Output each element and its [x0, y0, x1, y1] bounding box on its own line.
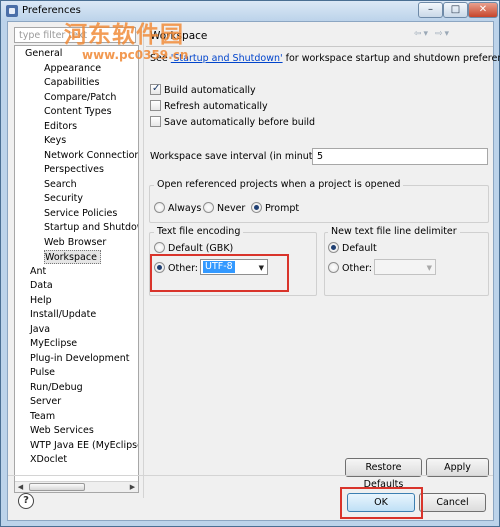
radio-icon[interactable]: [328, 262, 339, 273]
intro-text: See 'Startup and Shutdown' for workspace…: [150, 53, 500, 64]
text-encoding-title: Text file encoding: [154, 226, 244, 237]
radio-icon[interactable]: [154, 202, 165, 213]
tree-item[interactable]: Compare/Patch: [44, 91, 116, 105]
ok-highlight-annotation: [340, 487, 423, 519]
build-automatically-label: Build automatically: [164, 85, 256, 96]
open-always-radio[interactable]: Always: [154, 202, 201, 215]
open-prompt-label: Prompt: [265, 203, 300, 214]
help-icon[interactable]: ?: [18, 493, 34, 509]
tree-item[interactable]: General: [25, 47, 62, 61]
dialog-client-area: type filter text General Appearance Capabi…: [7, 21, 500, 521]
watermark-logo: 河东软件园: [64, 21, 184, 48]
tree-item[interactable]: Appearance: [44, 62, 101, 76]
refresh-automatically-checkbox[interactable]: Refresh automatically: [150, 100, 268, 113]
tree-item[interactable]: Search: [44, 178, 77, 192]
refresh-automatically-label: Refresh automatically: [164, 101, 268, 112]
save-before-build-label: Save automatically before build: [164, 117, 316, 128]
open-never-radio[interactable]: Never: [203, 202, 245, 215]
watermark-url: www.pc0359.cn: [82, 48, 189, 62]
tree-item[interactable]: Content Types: [44, 105, 112, 119]
maximize-button[interactable]: □: [443, 2, 468, 18]
tree-item[interactable]: Capabilities: [44, 76, 99, 90]
tree-item[interactable]: Plug-in Development: [30, 352, 129, 366]
tree-item[interactable]: Editors: [44, 120, 77, 134]
radio-icon[interactable]: [154, 242, 165, 253]
radio-selected-icon[interactable]: [251, 202, 262, 213]
save-interval-label: Workspace save interval (in minutes):: [150, 151, 331, 162]
delimiter-default-radio[interactable]: Default: [328, 242, 377, 255]
intro-suffix: for workspace startup and shutdown prefe…: [285, 53, 500, 64]
forward-dropdown-icon[interactable]: ▾: [445, 29, 452, 39]
tree-item[interactable]: Help: [30, 294, 52, 308]
tree-item[interactable]: Keys: [44, 134, 66, 148]
save-interval-input[interactable]: 5: [312, 148, 488, 165]
scroll-left-icon[interactable]: ◀: [15, 482, 26, 492]
tree-item[interactable]: Run/Debug: [30, 381, 83, 395]
scroll-right-icon[interactable]: ▶: [127, 482, 138, 492]
app-icon: [6, 5, 18, 17]
delimiter-default-label: Default: [342, 243, 377, 254]
checkbox-checked-icon[interactable]: [150, 83, 161, 95]
open-projects-title: Open referenced projects when a project …: [154, 179, 404, 190]
tree-item[interactable]: Data: [30, 279, 53, 293]
tree-item[interactable]: Startup and Shutdown: [44, 221, 138, 235]
checkbox-icon[interactable]: [150, 100, 161, 111]
delimiter-other-label: Other:: [342, 263, 373, 274]
radio-icon[interactable]: [203, 202, 214, 213]
save-before-build-checkbox[interactable]: Save automatically before build: [150, 116, 315, 129]
tree-item[interactable]: Java: [30, 323, 50, 337]
tree-item[interactable]: Web Services: [30, 424, 94, 438]
back-icon[interactable]: ⇦: [414, 29, 424, 39]
footer-separator: [8, 475, 493, 476]
open-prompt-radio[interactable]: Prompt: [251, 202, 299, 215]
tree-item[interactable]: WTP Java EE (MyEclipse): [30, 439, 138, 453]
preference-tree[interactable]: General Appearance Capabilities Compare/Pat…: [14, 45, 139, 493]
tree-item[interactable]: XDoclet: [30, 453, 67, 467]
tree-item[interactable]: Network Connections: [44, 149, 138, 163]
cancel-button[interactable]: Cancel: [419, 493, 486, 512]
radio-selected-icon[interactable]: [328, 242, 339, 253]
tree-item[interactable]: Security: [44, 192, 83, 206]
preferences-window: Preferences – □ ✕ type filter text Gener…: [0, 0, 500, 527]
tree-item[interactable]: Install/Update: [30, 308, 96, 322]
checkbox-icon[interactable]: [150, 116, 161, 127]
title-separator: [146, 46, 493, 47]
back-dropdown-icon[interactable]: ▾: [424, 29, 431, 39]
history-nav[interactable]: ⇦▾ ⇨▾: [414, 29, 451, 39]
panel-divider[interactable]: [143, 22, 144, 498]
tree-item[interactable]: MyEclipse: [30, 337, 77, 351]
minimize-button[interactable]: –: [418, 2, 443, 18]
tree-item[interactable]: Workspace: [44, 250, 101, 264]
open-always-label: Always: [168, 203, 202, 214]
tree-item[interactable]: Server: [30, 395, 61, 409]
tree-item[interactable]: Service Policies: [44, 207, 117, 221]
tree-item[interactable]: Perspectives: [44, 163, 104, 177]
close-button[interactable]: ✕: [468, 2, 498, 18]
line-delimiter-title: New text file line delimiter: [328, 226, 460, 237]
tree-item[interactable]: Team: [30, 410, 55, 424]
tree-item[interactable]: Ant: [30, 265, 46, 279]
tree-item[interactable]: Web Browser: [44, 236, 106, 250]
encoding-default-label: Default (GBK): [168, 243, 234, 254]
delimiter-other-radio[interactable]: Other:: [328, 262, 372, 275]
tree-item[interactable]: Pulse: [30, 366, 55, 380]
highlight-annotation: [150, 254, 289, 292]
build-automatically-checkbox[interactable]: Build automatically: [150, 83, 256, 97]
tree-horizontal-scrollbar[interactable]: ◀ ▶: [15, 481, 138, 492]
forward-icon[interactable]: ⇨: [435, 29, 445, 39]
chevron-down-icon: ▼: [426, 264, 432, 272]
delimiter-combo[interactable]: ▼: [374, 259, 436, 275]
scroll-thumb[interactable]: [29, 483, 85, 491]
open-never-label: Never: [217, 203, 246, 214]
